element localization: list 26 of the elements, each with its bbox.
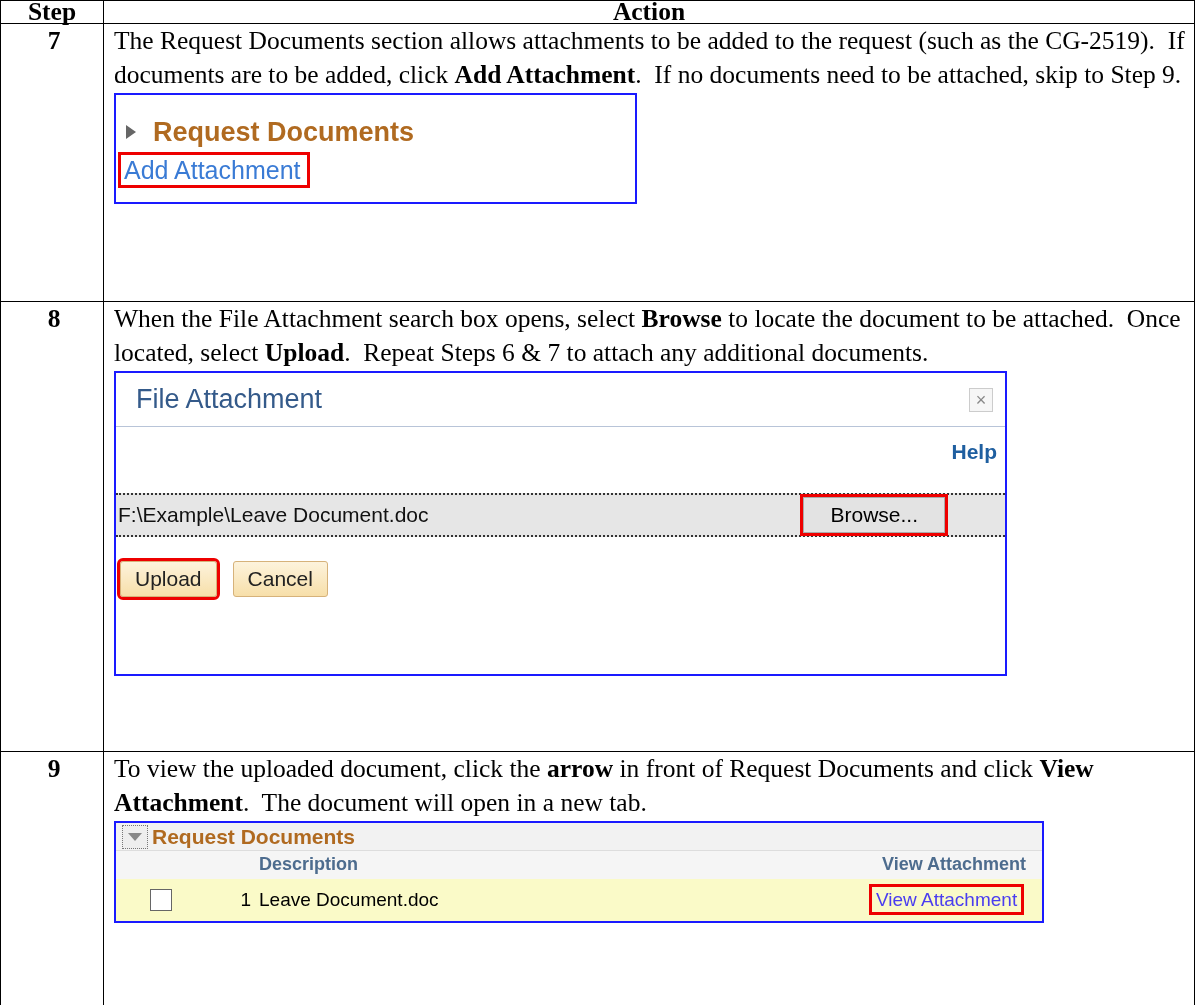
dialog-title: File Attachment xyxy=(136,382,323,416)
column-header: View Attachment xyxy=(882,853,1028,877)
view-attachment-link[interactable]: View Attachment xyxy=(872,887,1022,913)
dialog-button[interactable]: Upload xyxy=(120,560,217,597)
step-number: 8 xyxy=(47,304,61,333)
instruction-text: The Request Documents section allows attachments to be added to the request (such as the CG-2519). If documents are to be added, click Add Attachment. If no documents need to be attached, skip to Step 9. xyxy=(114,25,1186,91)
step-number: 7 xyxy=(47,26,61,55)
file-field[interactable]: F:\Example\Leave Document.doc Browse... xyxy=(116,492,1005,537)
browse-button[interactable]: Browse... xyxy=(803,496,945,533)
table-cell: Leave Document.doc xyxy=(259,889,439,911)
dialog-button[interactable]: Cancel xyxy=(232,560,328,597)
column-header: Description xyxy=(259,853,360,877)
row-number: 1 xyxy=(240,889,251,911)
column-header: Action xyxy=(103,0,1195,24)
help-link[interactable]: Help xyxy=(951,435,997,469)
grid-title: Request Documents xyxy=(152,823,356,850)
section-title: Request Documents xyxy=(153,116,415,149)
add-attachment-link[interactable]: Add Attachment xyxy=(121,155,307,185)
instruction-text: To view the uploaded document, click the arrow in front of Request Documents and click View Attachment. The document will open in a new tab. xyxy=(114,753,1095,819)
collapse-toggle[interactable] xyxy=(122,824,148,849)
instruction-text: When the File Attachment search box opens, select Browse to locate the document to be attached. Once located, select Upload. Repeat Steps 6 & 7 to attach any additional documents. xyxy=(114,303,1182,369)
arrow-icon[interactable] xyxy=(125,124,137,140)
step-number: 9 xyxy=(47,754,61,783)
row-checkbox[interactable] xyxy=(150,889,172,911)
arrow-icon[interactable] xyxy=(127,831,143,842)
column-header: Step xyxy=(0,0,104,24)
